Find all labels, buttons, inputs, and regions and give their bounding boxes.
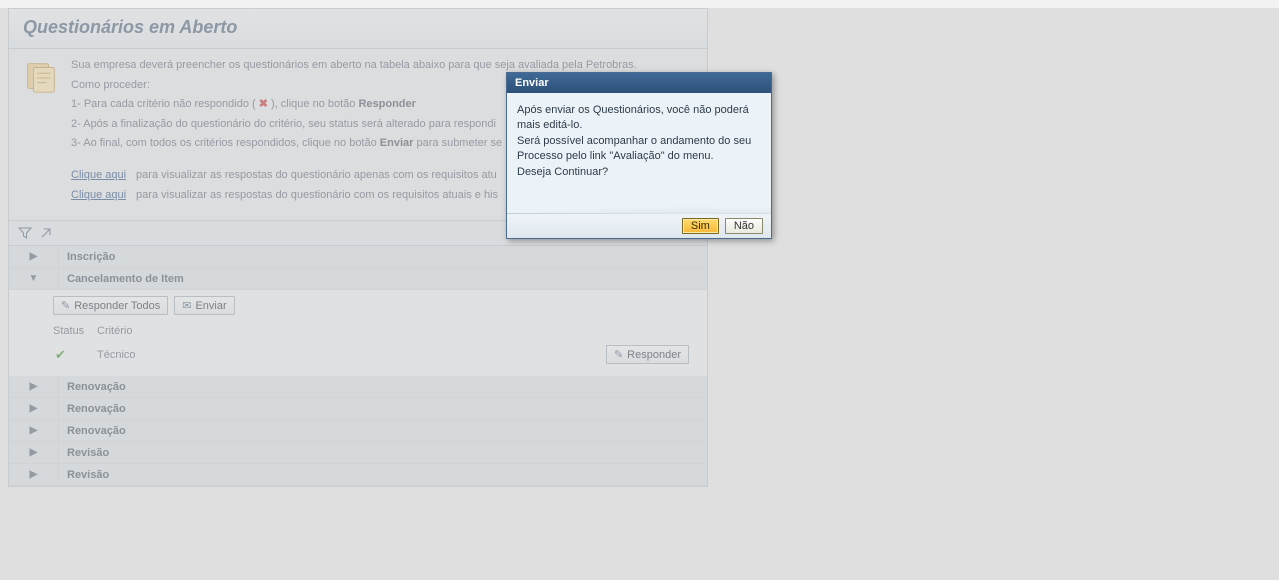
criterio-cell: Técnico	[97, 349, 606, 361]
expand-toggle[interactable]: ▶	[9, 464, 59, 485]
dialog-body: Após enviar os Questionários, você não p…	[507, 93, 771, 213]
table-row: ✔ Técnico ✎ Responder	[53, 341, 697, 368]
section-row-cancelamento: ▼ Cancelamento de Item	[9, 268, 707, 290]
link-view-history[interactable]: Clique aqui	[71, 187, 126, 205]
enviar-dialog: Enviar Após enviar os Questionários, voc…	[506, 72, 772, 239]
dialog-footer: Sim Não	[507, 213, 771, 238]
section-content-cancelamento: ✎ Responder Todos ✉ Enviar Status Critér…	[9, 290, 707, 376]
link-view-current[interactable]: Clique aqui	[71, 167, 126, 185]
enviar-button[interactable]: ✉ Enviar	[174, 296, 234, 315]
dialog-no-button[interactable]: Não	[725, 218, 763, 234]
dialog-text-1: Após enviar os Questionários, você não p…	[517, 103, 761, 134]
chevron-down-icon: ▼	[29, 273, 39, 284]
dialog-text-3: Deseja Continuar?	[517, 165, 761, 180]
section-row-renovacao: ▶ Renovação	[9, 420, 707, 442]
send-icon: ✉	[182, 299, 191, 312]
responder-todos-button[interactable]: ✎ Responder Todos	[53, 296, 168, 315]
edit-icon: ✎	[61, 299, 70, 312]
dialog-text-2: Será possível acompanhar o andamento do …	[517, 134, 761, 165]
expand-toggle[interactable]: ▶	[9, 398, 59, 419]
section-label: Cancelamento de Item	[59, 273, 184, 285]
section-row-renovacao: ▶ Renovação	[9, 398, 707, 420]
check-ok-icon: ✔	[55, 347, 66, 362]
responder-button[interactable]: ✎ Responder	[606, 345, 689, 364]
col-criterio-header: Critério	[97, 325, 697, 337]
expand-toggle[interactable]: ▶	[9, 376, 59, 397]
col-status-header: Status	[53, 325, 97, 337]
section-row-inscricao: ▶ Inscrição	[9, 246, 707, 268]
section-label: Renovação	[59, 403, 126, 415]
expand-toggle[interactable]: ▶	[9, 246, 59, 267]
expand-toggle[interactable]: ▶	[9, 442, 59, 463]
chevron-right-icon: ▶	[30, 469, 38, 480]
chevron-right-icon: ▶	[30, 425, 38, 436]
section-label: Revisão	[59, 447, 109, 459]
section-row-renovacao: ▶ Renovação	[9, 376, 707, 398]
section-list: ▶ Inscrição ▼ Cancelamento de Item ✎ Res…	[9, 246, 707, 486]
link-desc-1: para visualizar as respostas do question…	[136, 167, 497, 185]
x-icon: ✖	[259, 98, 268, 110]
document-notes-icon	[21, 57, 61, 97]
chevron-right-icon: ▶	[30, 251, 38, 262]
section-label: Inscrição	[59, 251, 115, 263]
filter-icon[interactable]	[17, 225, 33, 241]
chevron-right-icon: ▶	[30, 447, 38, 458]
status-cell: ✔	[53, 347, 97, 363]
section-label: Revisão	[59, 469, 109, 481]
expand-toggle[interactable]: ▼	[9, 268, 59, 289]
settings-icon[interactable]	[39, 225, 55, 241]
page-title: Questionários em Aberto	[9, 9, 707, 49]
expand-toggle[interactable]: ▶	[9, 420, 59, 441]
section-label: Renovação	[59, 425, 126, 437]
section-label: Renovação	[59, 381, 126, 393]
dialog-title: Enviar	[507, 73, 771, 93]
section-row-revisao: ▶ Revisão	[9, 442, 707, 464]
edit-icon: ✎	[614, 348, 623, 361]
chevron-right-icon: ▶	[30, 403, 38, 414]
dialog-yes-button[interactable]: Sim	[682, 218, 719, 234]
chevron-right-icon: ▶	[30, 381, 38, 392]
button-row: ✎ Responder Todos ✉ Enviar	[53, 296, 697, 315]
link-desc-2: para visualizar as respostas do question…	[136, 187, 498, 205]
section-row-revisao: ▶ Revisão	[9, 464, 707, 486]
inner-table-head: Status Critério	[53, 321, 697, 341]
